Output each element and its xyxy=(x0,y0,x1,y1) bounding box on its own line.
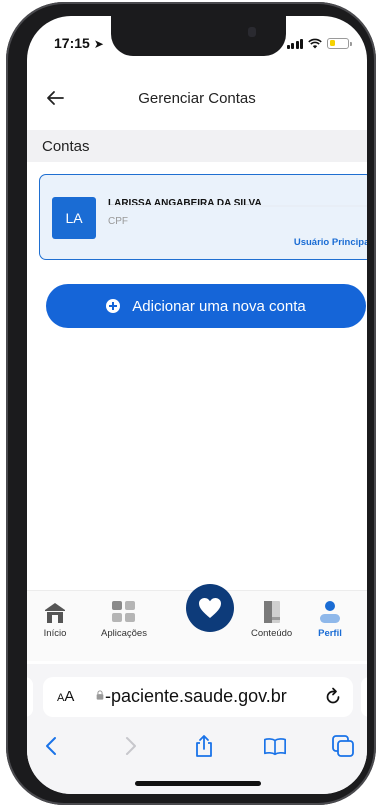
book-open-icon xyxy=(264,738,286,756)
book-icon xyxy=(263,601,280,623)
tab-label: Aplicações xyxy=(101,628,147,639)
phone-frame: 17:15 ➤ Gerenciar Contas Contas LA LARIS… xyxy=(6,2,376,805)
plus-circle-icon xyxy=(106,299,121,313)
share-icon xyxy=(196,735,212,757)
previous-tab-pill[interactable] xyxy=(27,677,33,717)
next-tab-pill[interactable] xyxy=(361,677,367,717)
account-role-badge: Usuário Principal xyxy=(293,237,367,248)
wifi-icon xyxy=(308,38,322,48)
user-icon xyxy=(320,601,340,623)
account-card[interactable]: LA LARISSA ANGABEIRA DA SILVA CPF Usuári… xyxy=(39,174,367,260)
screen: 17:15 ➤ Gerenciar Contas Contas LA LARIS… xyxy=(27,16,367,794)
url-text: -paciente.saude.gov.br xyxy=(105,686,287,706)
time-text: 17:15 xyxy=(54,35,90,51)
status-icons xyxy=(286,37,352,49)
text-size-button[interactable]: AAAA xyxy=(57,688,74,705)
tab-perfil[interactable]: Perfil xyxy=(318,601,342,639)
add-account-button[interactable]: Adicionar uma nova conta xyxy=(46,284,366,328)
camera-icon xyxy=(248,27,256,37)
browser-bar: AAAA -paciente.saude.gov.br xyxy=(27,664,367,794)
redaction-bar xyxy=(108,205,367,207)
status-bar: 17:15 ➤ xyxy=(27,16,367,62)
tab-label: Conteúdo xyxy=(251,628,293,639)
chevron-right-icon xyxy=(126,737,136,755)
bookmarks-button[interactable] xyxy=(263,734,287,758)
browser-toolbar xyxy=(27,730,367,760)
tabs-button[interactable] xyxy=(331,734,355,758)
page-title: Gerenciar Contas xyxy=(138,90,256,107)
favorites-fab[interactable] xyxy=(186,584,234,632)
tab-aplicacoes[interactable]: Aplicações xyxy=(101,601,147,639)
home-icon xyxy=(45,603,65,623)
app-header: Gerenciar Contas xyxy=(27,78,367,118)
apps-grid-icon xyxy=(111,601,135,622)
battery-level xyxy=(329,40,335,46)
heart-icon xyxy=(199,598,221,618)
notch xyxy=(111,16,286,56)
forward-nav-button[interactable] xyxy=(119,734,143,758)
tab-inicio[interactable]: Início xyxy=(43,601,67,639)
lock-icon xyxy=(96,690,104,700)
tabs-icon xyxy=(332,735,354,757)
share-button[interactable] xyxy=(192,734,216,758)
back-nav-button[interactable] xyxy=(39,734,63,758)
home-indicator xyxy=(135,781,261,786)
location-arrow-icon: ➤ xyxy=(93,37,104,51)
avatar: LA xyxy=(52,197,96,239)
address-bar[interactable]: AAAA -paciente.saude.gov.br xyxy=(43,677,353,717)
reload-icon[interactable] xyxy=(323,687,343,707)
signal-icon xyxy=(286,38,303,49)
tab-label: Perfil xyxy=(318,628,342,639)
chevron-left-icon xyxy=(46,737,56,755)
tab-conteudo[interactable]: Conteúdo xyxy=(251,601,292,639)
battery-icon xyxy=(327,37,352,49)
add-account-label: Adicionar uma nova conta xyxy=(132,297,306,315)
section-title: Contas xyxy=(42,138,90,155)
account-cpf-label: CPF xyxy=(108,216,128,227)
section-header: Contas xyxy=(27,130,367,162)
status-time: 17:15 ➤ xyxy=(54,35,104,51)
tab-label: Início xyxy=(43,628,67,639)
account-name: LARISSA ANGABEIRA DA SILVA xyxy=(108,198,262,209)
